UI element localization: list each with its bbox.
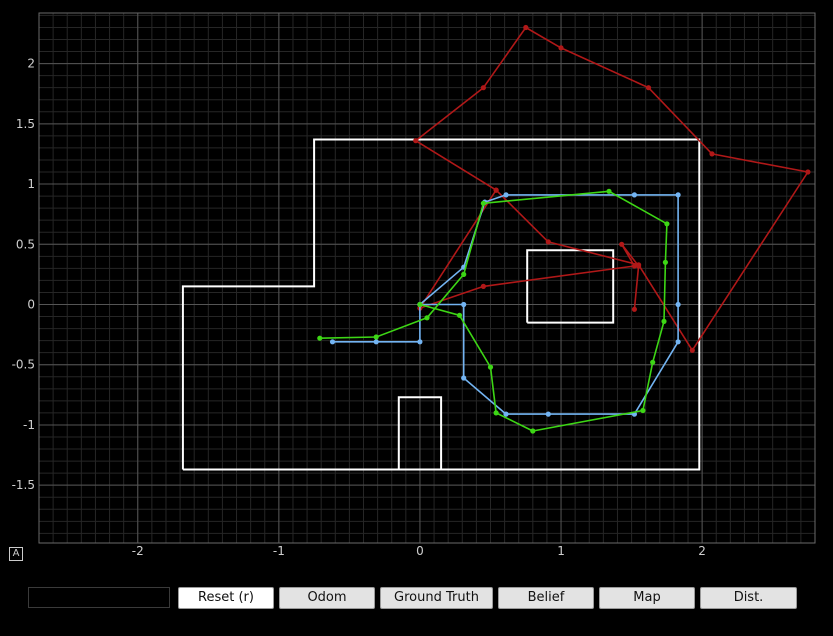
trajectory-point [461, 271, 467, 277]
trajectory-point [636, 262, 642, 268]
trajectory-point [650, 359, 656, 365]
y-tick-label: 1.5 [16, 117, 35, 131]
trajectory-point [709, 151, 715, 157]
trajectory-point [373, 334, 379, 340]
trajectory-point [456, 312, 463, 318]
x-tick-label: 1 [557, 544, 565, 558]
x-tick-label: -1 [273, 544, 285, 558]
trajectory-point [545, 239, 551, 245]
trajectory-point [661, 318, 667, 324]
trajectories [317, 24, 811, 434]
trajectory-point [689, 347, 695, 353]
trajectory-point [530, 428, 536, 434]
belief-button[interactable]: Belief [498, 587, 594, 609]
trajectory-point [461, 301, 467, 308]
y-tick-labels: -1.5 -1 -0.5 0 0.5 1 1.5 2 [12, 57, 35, 493]
plot-canvas[interactable]: -2-10123 -1.5-1-0.500.511.52 [0, 0, 833, 575]
trajectory-line [319, 190, 668, 432]
y-tick-label: -1.5 [12, 478, 35, 492]
trajectory-point [493, 410, 499, 416]
trajectory-point [373, 339, 379, 345]
trajectory-point [493, 187, 499, 193]
trajectory-point [640, 407, 646, 414]
trajectory-point [662, 259, 669, 265]
trajectory-point [675, 339, 681, 345]
trajectory-point [645, 85, 652, 91]
y-tick-label: -1 [23, 418, 35, 432]
ground-truth-button[interactable]: Ground Truth [380, 587, 493, 609]
trajectory-point [480, 200, 486, 206]
trajectory-point [487, 364, 494, 370]
status-field [28, 587, 170, 608]
trajectory-point [424, 315, 430, 321]
autoscale-button[interactable]: A [9, 547, 23, 561]
x-tick-label: 0 [416, 544, 424, 558]
y-tick-label: -0.5 [12, 358, 35, 372]
y-tick-label: 0 [27, 298, 35, 312]
y-tick-label: 2 [27, 57, 35, 71]
trajectory-point [545, 411, 551, 417]
trajectory-point [503, 411, 509, 417]
trajectory-point [523, 24, 529, 31]
y-tick-label: 1 [27, 177, 35, 191]
x-tick-labels: -2-10123 [132, 544, 706, 558]
dist-button[interactable]: Dist. [700, 587, 797, 609]
x-tick-label: 2 [698, 544, 706, 558]
trajectory-point [413, 138, 419, 144]
trajectory-series [413, 24, 811, 353]
trajectory-point [558, 45, 564, 51]
map-button[interactable]: Map [599, 587, 695, 609]
trajectory-point [631, 306, 638, 312]
reset-button[interactable]: Reset (r) [178, 587, 274, 609]
trajectory-point [317, 335, 323, 341]
odom-button[interactable]: Odom [279, 587, 375, 609]
trajectory-point [606, 188, 612, 194]
trajectory-point [619, 241, 625, 247]
trajectory-point [631, 192, 638, 198]
trajectory-point [805, 169, 811, 175]
trajectory-point [417, 339, 423, 345]
trajectory-point [480, 283, 486, 289]
trajectory-point [664, 221, 670, 227]
y-tick-label: 0.5 [16, 237, 35, 251]
trajectory-series [317, 188, 670, 434]
trajectory-point [329, 339, 336, 345]
trajectory-point [480, 85, 486, 91]
x-tick-label: -2 [132, 544, 144, 558]
trajectory-point [675, 301, 681, 308]
trajectory-point [461, 375, 467, 381]
map-wall [526, 249, 615, 324]
trajectory-point [417, 301, 423, 308]
trajectory-point [675, 192, 681, 198]
major-grid [39, 13, 815, 543]
trajectory-point [503, 192, 509, 198]
